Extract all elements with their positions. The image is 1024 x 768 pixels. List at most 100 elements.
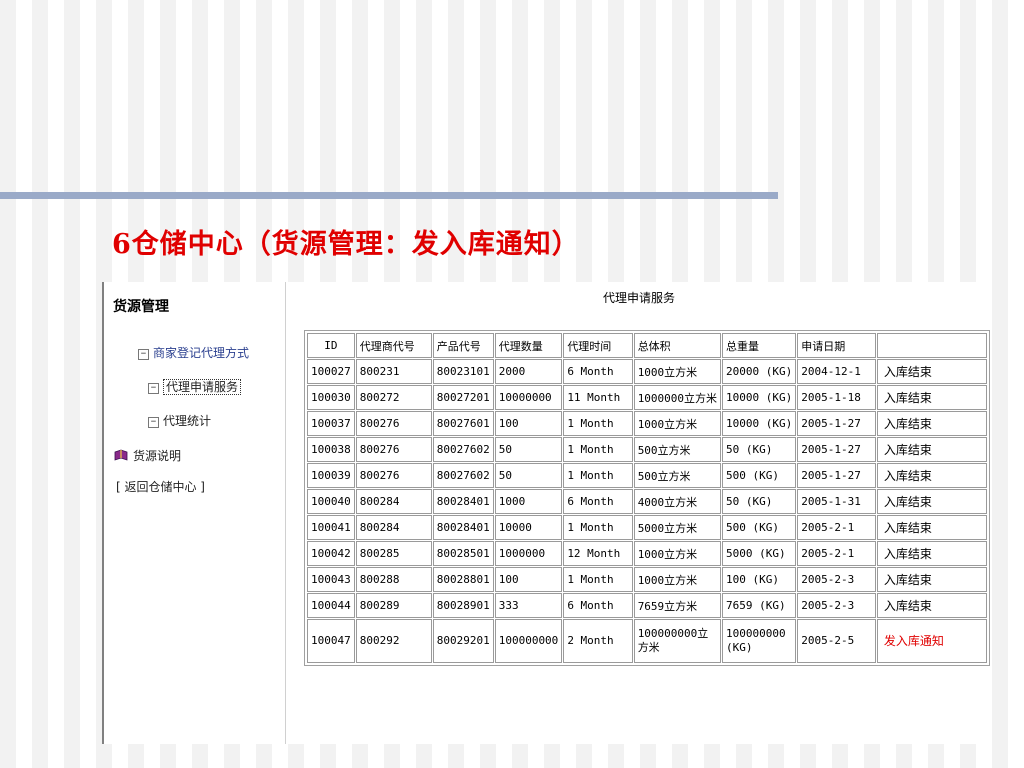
- cell-quantity: 50: [494, 437, 563, 462]
- slide-title: 6仓储中心（货源管理：发入库通知）: [112, 229, 580, 260]
- table-row: 100047 800292 80029201 100000000 2 Month 1000…: [307, 619, 987, 663]
- cell-id: 100041: [307, 515, 355, 540]
- cell-date: 2005-2-5: [797, 619, 876, 663]
- cell-period: 2 Month: [563, 619, 633, 663]
- cell-period: 1 Month: [563, 437, 633, 462]
- cell-product-code: 80028901: [432, 593, 494, 618]
- cell-date: 2005-2-1: [797, 515, 876, 540]
- cell-quantity: 10000: [494, 515, 563, 540]
- book-icon: [114, 449, 128, 461]
- cell-period: 6 Month: [563, 489, 633, 514]
- cell-weight: 50 (KG): [722, 437, 797, 462]
- cell-status: 入库结束: [876, 515, 987, 540]
- cell-id: 100030: [307, 385, 355, 410]
- table-header-row: ID 代理商代号 产品代号 代理数量 代理时间 总体积 总重量 申请日期: [307, 333, 987, 358]
- column-header-total-volume: 总体积: [633, 333, 722, 358]
- title-divider-bar: [0, 192, 778, 199]
- cell-quantity: 100: [494, 411, 563, 436]
- cell-weight: 20000 (KG): [722, 359, 797, 384]
- cell-period: 1 Month: [563, 463, 633, 488]
- cell-period: 1 Month: [563, 411, 633, 436]
- cell-status: 入库结束: [876, 359, 987, 384]
- cell-period: 1 Month: [563, 567, 633, 592]
- return-warehouse-center-link[interactable]: [ 返回仓储中心 ]: [116, 478, 205, 495]
- cell-agent-code: 800276: [355, 411, 432, 436]
- cell-product-code: 80028401: [432, 515, 494, 540]
- cell-status: 入库结束: [876, 567, 987, 592]
- collapse-toggle-icon[interactable]: −: [138, 349, 149, 360]
- column-header-product-code: 产品代号: [432, 333, 494, 358]
- table-row: 100044 800289 80028901 333 6 Month 7659立方米 765…: [307, 593, 987, 618]
- cell-date: 2005-1-27: [797, 411, 876, 436]
- cell-volume: 1000立方米: [633, 411, 722, 436]
- column-header-agency-quantity: 代理数量: [494, 333, 563, 358]
- cell-product-code: 80028401: [432, 489, 494, 514]
- cell-id: 100043: [307, 567, 355, 592]
- collapse-toggle-icon[interactable]: −: [148, 383, 159, 394]
- agency-application-table: ID 代理商代号 产品代号 代理数量 代理时间 总体积 总重量 申请日期 100…: [306, 332, 988, 664]
- cell-weight: 100 (KG): [722, 567, 797, 592]
- cell-product-code: 80027602: [432, 437, 494, 462]
- table-row: 100041 800284 80028401 10000 1 Month 5000立方米 5…: [307, 515, 987, 540]
- cell-status: 入库结束: [876, 541, 987, 566]
- tree-item-agency-application[interactable]: − 代理申请服务: [148, 378, 242, 395]
- column-header-id: ID: [307, 333, 355, 358]
- cell-agent-code: 800276: [355, 463, 432, 488]
- cell-date: 2005-1-27: [797, 437, 876, 462]
- collapse-toggle-icon[interactable]: −: [148, 417, 159, 428]
- cell-quantity: 333: [494, 593, 563, 618]
- cell-id: 100037: [307, 411, 355, 436]
- table-row: 100042 800285 80028501 1000000 12 Month 1000立…: [307, 541, 987, 566]
- cell-date: 2005-2-3: [797, 593, 876, 618]
- cell-volume: 7659立方米: [633, 593, 722, 618]
- cell-date: 2005-1-31: [797, 489, 876, 514]
- column-header-status: [876, 333, 987, 358]
- cell-quantity: 1000000: [494, 541, 563, 566]
- table-row: 100040 800284 80028401 1000 6 Month 4000立方米 50…: [307, 489, 987, 514]
- cell-quantity: 10000000: [494, 385, 563, 410]
- tree-item-label: 代理申请服务: [163, 379, 242, 395]
- sidebar-link-source-description[interactable]: 货源说明: [114, 447, 181, 464]
- cell-quantity: 100000000: [494, 619, 563, 663]
- cell-id: 100047: [307, 619, 355, 663]
- cell-period: 1 Month: [563, 515, 633, 540]
- cell-agent-code: 800284: [355, 489, 432, 514]
- agency-table-container: ID 代理商代号 产品代号 代理数量 代理时间 总体积 总重量 申请日期 100…: [304, 330, 990, 666]
- cell-date: 2005-1-27: [797, 463, 876, 488]
- cell-status: 入库结束: [876, 593, 987, 618]
- cell-agent-code: 800289: [355, 593, 432, 618]
- tree-item-merchant-register[interactable]: − 商家登记代理方式: [138, 344, 249, 361]
- tree-item-label: 商家登记代理方式: [153, 346, 250, 360]
- cell-volume: 100000000立方米: [633, 619, 722, 663]
- sidebar-link-label: [ 返回仓储中心 ]: [116, 480, 205, 494]
- cell-id: 100040: [307, 489, 355, 514]
- cell-quantity: 2000: [494, 359, 563, 384]
- cell-period: 6 Month: [563, 359, 633, 384]
- cell-date: 2004-12-1: [797, 359, 876, 384]
- tree-item-label: 代理统计: [163, 414, 212, 428]
- cell-period: 11 Month: [563, 385, 633, 410]
- cell-id: 100044: [307, 593, 355, 618]
- cell-agent-code: 800276: [355, 437, 432, 462]
- table-row: 100043 800288 80028801 100 1 Month 1000立方米 100…: [307, 567, 987, 592]
- cell-agent-code: 800285: [355, 541, 432, 566]
- main-panel: 代理申请服务 ID 代理商代号 产品代号 代理数量 代理时间 总体积 总重量 申…: [288, 282, 990, 744]
- cell-weight: 10000 (KG): [722, 411, 797, 436]
- table-row: 100038 800276 80027602 50 1 Month 500立方米 50 (K…: [307, 437, 987, 462]
- cell-product-code: 80028801: [432, 567, 494, 592]
- cell-weight: 500 (KG): [722, 515, 797, 540]
- cell-date: 2005-2-3: [797, 567, 876, 592]
- cell-weight: 5000 (KG): [722, 541, 797, 566]
- cell-quantity: 50: [494, 463, 563, 488]
- cell-quantity: 1000: [494, 489, 563, 514]
- column-header-agent-code: 代理商代号: [355, 333, 432, 358]
- table-row: 100037 800276 80027601 100 1 Month 1000立方米 100…: [307, 411, 987, 436]
- cell-agent-code: 800292: [355, 619, 432, 663]
- cell-product-code: 80027601: [432, 411, 494, 436]
- cell-id: 100038: [307, 437, 355, 462]
- send-inbound-notice-link[interactable]: 发入库通知: [876, 619, 987, 663]
- cell-volume: 4000立方米: [633, 489, 722, 514]
- tree-item-agency-statistics[interactable]: − 代理统计: [148, 412, 211, 429]
- sidebar-heading: 货源管理: [113, 299, 169, 315]
- cell-weight: 7659 (KG): [722, 593, 797, 618]
